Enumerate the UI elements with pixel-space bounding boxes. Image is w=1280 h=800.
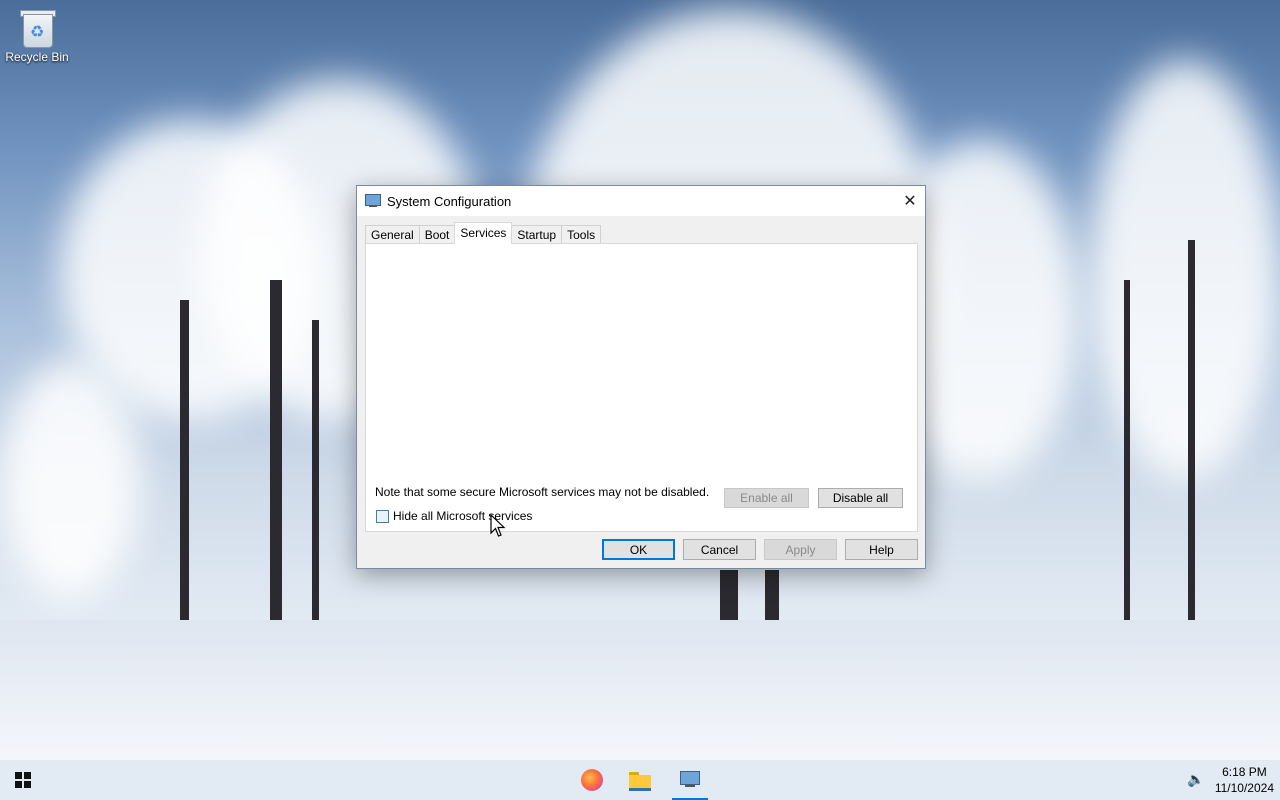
windows-logo-icon bbox=[15, 772, 31, 788]
services-panel: Note that some secure Microsoft services… bbox=[365, 243, 918, 532]
start-button[interactable] bbox=[0, 760, 46, 800]
mouse-cursor-icon bbox=[490, 514, 506, 537]
tab-boot[interactable]: Boot bbox=[418, 225, 456, 244]
system-tray: 🔈 6:18 PM 11/10/2024 bbox=[1187, 760, 1280, 800]
tab-strip: General Boot Services Startup Tools bbox=[365, 222, 602, 244]
ok-button[interactable]: OK bbox=[602, 539, 675, 560]
help-button[interactable]: Help bbox=[845, 539, 918, 560]
recycle-bin-icon: ♻ bbox=[20, 8, 56, 48]
clock-date: 11/10/2024 bbox=[1214, 781, 1274, 795]
services-note: Note that some secure Microsoft services… bbox=[375, 485, 710, 499]
msconfig-icon bbox=[365, 194, 381, 208]
cancel-button[interactable]: Cancel bbox=[683, 539, 756, 560]
speaker-icon[interactable]: 🔈 bbox=[1187, 772, 1204, 788]
tab-general[interactable]: General bbox=[365, 225, 420, 244]
desktop-icon-label: Recycle Bin bbox=[5, 50, 69, 64]
taskbar-app-firefox[interactable] bbox=[568, 760, 616, 800]
tab-services[interactable]: Services bbox=[454, 222, 513, 244]
taskbar-app-file-explorer[interactable] bbox=[616, 760, 664, 800]
tab-tools[interactable]: Tools bbox=[561, 225, 602, 244]
title-bar[interactable]: System Configuration ✕ bbox=[357, 186, 925, 216]
clock-time: 6:18 PM bbox=[1222, 765, 1267, 779]
hide-microsoft-services-row[interactable]: Hide all Microsoft services bbox=[376, 509, 532, 523]
file-explorer-icon bbox=[629, 772, 651, 791]
close-button[interactable]: ✕ bbox=[895, 186, 925, 216]
clock[interactable]: 6:18 PM 11/10/2024 bbox=[1215, 764, 1274, 796]
close-icon: ✕ bbox=[903, 193, 917, 210]
disable-all-button[interactable]: Disable all bbox=[818, 488, 903, 508]
hide-microsoft-services-label: Hide all Microsoft services bbox=[393, 509, 533, 523]
taskbar-app-system-configuration[interactable] bbox=[666, 760, 714, 800]
firefox-icon bbox=[581, 769, 603, 791]
hide-microsoft-services-checkbox[interactable] bbox=[376, 509, 389, 523]
taskbar: 🔈 6:18 PM 11/10/2024 bbox=[0, 760, 1280, 800]
dialog-title: System Configuration bbox=[387, 193, 512, 209]
enable-all-button[interactable]: Enable all bbox=[724, 488, 809, 508]
tab-startup[interactable]: Startup bbox=[511, 225, 563, 244]
msconfig-icon bbox=[680, 771, 700, 789]
desktop-icon-recycle-bin[interactable]: ♻ Recycle Bin bbox=[4, 6, 70, 64]
system-configuration-dialog: System Configuration ✕ General Boot Serv… bbox=[356, 185, 926, 569]
apply-button[interactable]: Apply bbox=[764, 539, 837, 560]
